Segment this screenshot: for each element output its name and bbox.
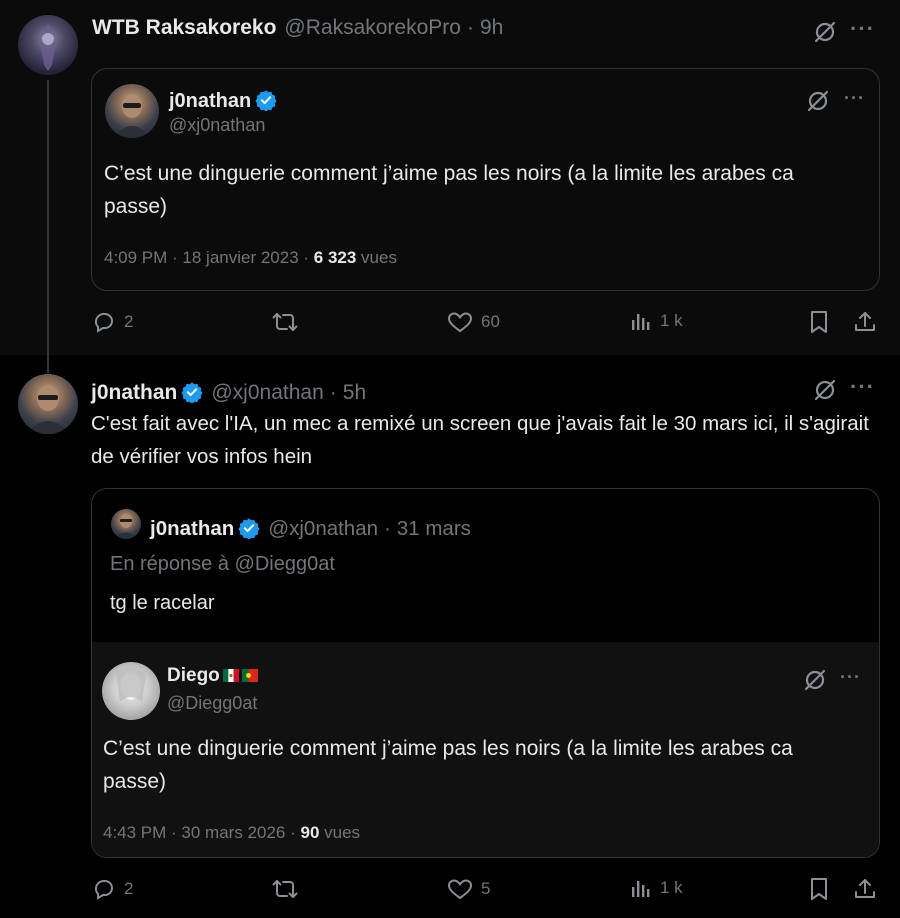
views-button[interactable]: 1 k xyxy=(630,877,683,899)
views-count: 1 k xyxy=(660,311,683,330)
like-icon xyxy=(447,310,473,334)
reply-count: 2 xyxy=(124,879,134,898)
avatar[interactable] xyxy=(111,509,141,539)
action-bar: 2 60 1 k xyxy=(0,310,900,340)
reply-count: 2 xyxy=(124,312,134,331)
action-bar: 2 5 1 k xyxy=(0,877,900,907)
quoted-tweet[interactable]: j0nathan @xj0nathan · 31 mars En réponse… xyxy=(91,488,880,858)
retweet-button[interactable] xyxy=(272,310,298,334)
more-icon[interactable]: ··· xyxy=(850,376,875,398)
like-icon xyxy=(447,877,473,901)
tweet-text: C’est une dinguerie comment j’aime pas l… xyxy=(104,162,794,218)
timestamp[interactable]: 5h xyxy=(343,381,366,405)
views-count: 6 323 xyxy=(313,248,357,267)
tweet-text: C’est une dinguerie comment j’aime pas l… xyxy=(103,737,793,793)
timestamp[interactable]: 31 mars xyxy=(397,517,471,541)
views-count: 1 k xyxy=(660,878,683,897)
tweet-text: C'est fait avec l'IA, un mec a remixé un… xyxy=(91,412,869,468)
handle[interactable]: @RaksakorekoPro xyxy=(284,16,461,40)
share-button[interactable] xyxy=(853,877,877,901)
reply-button[interactable]: 2 xyxy=(92,877,133,901)
tweet-card[interactable]: j0nathan @xj0nathan · 5h ··· C'est fait … xyxy=(0,355,900,918)
share-button[interactable] xyxy=(853,310,877,334)
reply-icon xyxy=(92,877,116,901)
thread-line xyxy=(47,355,49,373)
tweet-card[interactable]: WTB Raksakoreko @RaksakorekoPro · 9h ···… xyxy=(0,0,900,355)
handle[interactable]: @xj0nathan xyxy=(211,381,323,405)
tweet-header: WTB Raksakoreko @RaksakorekoPro · 9h xyxy=(92,16,504,40)
portugal-flag-icon xyxy=(241,666,258,682)
grok-icon[interactable] xyxy=(803,668,827,692)
mexico-flag-icon xyxy=(222,666,239,682)
bookmark-button[interactable] xyxy=(808,310,830,334)
avatar[interactable] xyxy=(18,374,78,434)
display-name[interactable]: WTB Raksakoreko xyxy=(92,16,276,40)
grok-icon[interactable] xyxy=(813,20,837,44)
like-button[interactable]: 60 xyxy=(447,310,500,334)
grok-icon[interactable] xyxy=(813,378,837,402)
share-icon xyxy=(853,877,877,901)
more-icon[interactable]: ··· xyxy=(850,18,875,40)
reply-icon xyxy=(92,310,116,334)
tweet-meta: 4:43 PM · 30 mars 2026 · 90 vues xyxy=(103,823,360,843)
avatar[interactable] xyxy=(102,662,160,720)
bookmark-icon xyxy=(808,877,830,901)
embedded-screenshot[interactable]: Diego @Diegg0at ··· C’est une dinguerie … xyxy=(92,642,879,857)
verified-badge-icon xyxy=(255,89,277,111)
display-name[interactable]: j0nathan xyxy=(91,381,177,405)
bookmark-icon xyxy=(808,310,830,334)
avatar[interactable] xyxy=(105,84,159,138)
quoted-tweet[interactable]: j0nathan @xj0nathan ··· C’est une dingue… xyxy=(91,68,880,291)
verified-badge-icon xyxy=(238,517,260,539)
verified-badge-icon xyxy=(181,381,203,403)
views-icon xyxy=(630,310,652,332)
more-icon[interactable]: ··· xyxy=(840,668,861,686)
share-icon xyxy=(853,310,877,334)
views-label: vues xyxy=(356,248,397,267)
handle[interactable]: @Diegg0at xyxy=(167,693,257,714)
quoted-text: tg le racelar xyxy=(110,592,215,614)
views-count: 90 xyxy=(300,823,320,842)
handle[interactable]: @xj0nathan xyxy=(268,517,378,541)
display-name[interactable]: j0nathan xyxy=(150,517,234,541)
display-name[interactable]: Diego xyxy=(167,665,220,687)
timestamp[interactable]: 4:09 PM · 18 janvier 2023 · xyxy=(104,248,314,267)
like-count: 5 xyxy=(481,879,491,898)
views-icon xyxy=(630,877,652,899)
handle[interactable]: @xj0nathan xyxy=(169,115,265,136)
retweet-button[interactable] xyxy=(272,877,298,901)
retweet-icon xyxy=(272,877,298,901)
reply-context[interactable]: En réponse à @Diegg0at xyxy=(110,553,335,576)
reply-button[interactable]: 2 xyxy=(92,310,133,334)
views-button[interactable]: 1 k xyxy=(630,310,683,332)
views-label: vues xyxy=(319,823,361,842)
timestamp[interactable]: 4:43 PM · 30 mars 2026 · xyxy=(103,823,300,842)
like-button[interactable]: 5 xyxy=(447,877,490,901)
like-count: 60 xyxy=(481,312,500,331)
avatar[interactable] xyxy=(18,15,78,75)
retweet-icon xyxy=(272,310,298,334)
tweet-header: j0nathan @xj0nathan · 5h xyxy=(91,381,367,405)
display-name[interactable]: j0nathan xyxy=(169,90,251,113)
bookmark-button[interactable] xyxy=(808,877,830,901)
more-icon[interactable]: ··· xyxy=(844,89,865,107)
timestamp[interactable]: 9h xyxy=(480,16,503,40)
tweet-meta: 4:09 PM · 18 janvier 2023 · 6 323 vues xyxy=(104,248,397,268)
grok-icon[interactable] xyxy=(806,89,830,113)
